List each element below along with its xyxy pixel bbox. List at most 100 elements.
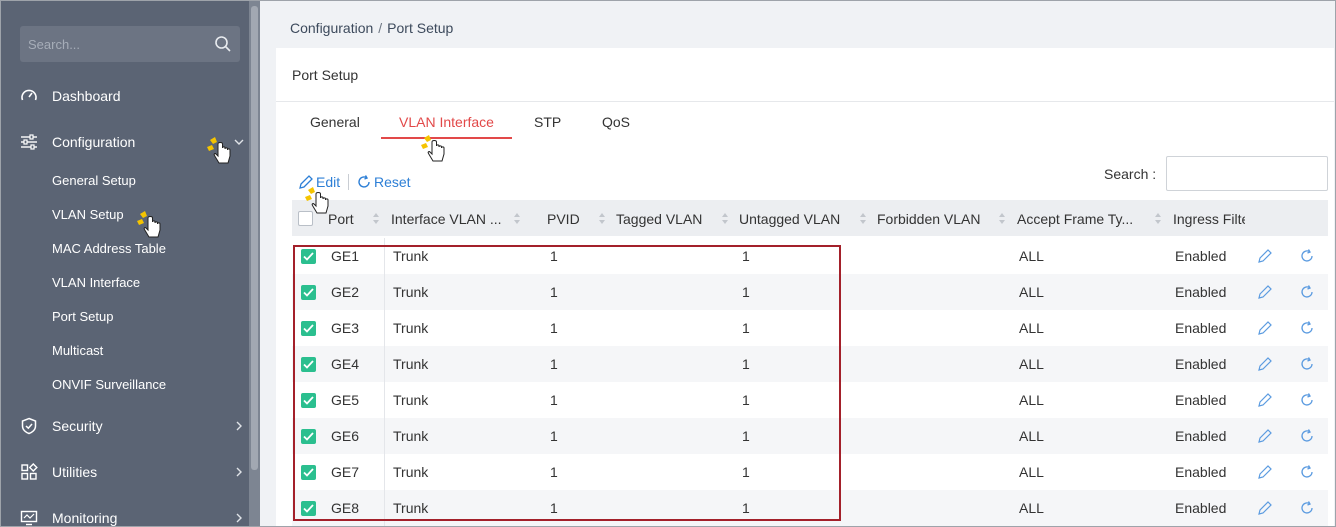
- search-icon[interactable]: [214, 35, 232, 53]
- chevron-right-icon[interactable]: [234, 511, 244, 525]
- sort-icon[interactable]: [721, 212, 729, 225]
- sidebar-subitem-multicast[interactable]: Multicast: [52, 343, 103, 358]
- refresh-icon[interactable]: [1299, 284, 1315, 300]
- row-checkbox[interactable]: [301, 321, 316, 336]
- sidebar-item-label: Utilities: [52, 464, 98, 480]
- cell-mode: Trunk: [393, 356, 429, 372]
- table-row[interactable]: GE3 Trunk 1 1 ALL Enabled: [292, 310, 1328, 346]
- cell-mode: Trunk: [393, 464, 429, 480]
- cell-port: GE5: [331, 392, 360, 408]
- sort-icon[interactable]: [372, 212, 380, 225]
- divider: [384, 382, 385, 418]
- pencil-icon[interactable]: [1257, 392, 1273, 408]
- row-checkbox[interactable]: [301, 285, 316, 300]
- pencil-icon[interactable]: [1257, 356, 1273, 372]
- sidebar-subitem-mac-address-table[interactable]: MAC Address Table: [52, 241, 166, 256]
- click-pointer-icon: [207, 137, 231, 164]
- row-checkbox[interactable]: [301, 393, 316, 408]
- sidebar-item-dashboard[interactable]: Dashboard: [0, 76, 249, 116]
- gauge-icon: [21, 89, 37, 101]
- table-row[interactable]: GE4 Trunk 1 1 ALL Enabled: [292, 346, 1328, 382]
- table-row[interactable]: GE6 Trunk 1 1 ALL Enabled: [292, 418, 1328, 454]
- refresh-icon[interactable]: [1299, 356, 1315, 372]
- refresh-icon[interactable]: [1299, 392, 1315, 408]
- column-header-ingress-filter[interactable]: Ingress Filte: [1173, 211, 1245, 227]
- reset-button[interactable]: Reset: [356, 174, 411, 190]
- tab-stp[interactable]: STP: [534, 114, 561, 130]
- column-header-accept-frame-type[interactable]: Accept Frame Ty...: [1017, 211, 1141, 227]
- refresh-icon[interactable]: [1299, 500, 1315, 516]
- pencil-icon[interactable]: [1257, 248, 1273, 264]
- refresh-icon[interactable]: [1299, 248, 1315, 264]
- click-pointer-icon: [305, 187, 329, 214]
- cell-port: GE7: [331, 464, 360, 480]
- column-header-forbidden-vlan[interactable]: Forbidden VLAN: [877, 211, 981, 227]
- sidebar-item-security[interactable]: Security: [0, 406, 249, 446]
- sidebar-subitem-vlan-interface[interactable]: VLAN Interface: [52, 275, 140, 290]
- row-checkbox[interactable]: [301, 429, 316, 444]
- breadcrumb-separator: /: [378, 20, 383, 36]
- cell-accept-frame: ALL: [1019, 428, 1044, 444]
- sidebar-subitem-port-setup[interactable]: Port Setup: [52, 309, 113, 324]
- sort-icon[interactable]: [859, 212, 867, 225]
- cell-ingress: Enabled: [1175, 392, 1227, 408]
- tab-vlan-interface[interactable]: VLAN Interface: [399, 114, 494, 130]
- sidebar: Dashboard Configuration General Setup VL…: [0, 0, 260, 527]
- cell-ingress: Enabled: [1175, 320, 1227, 336]
- pencil-icon[interactable]: [1257, 500, 1273, 516]
- sidebar-item-monitoring[interactable]: Monitoring: [0, 498, 249, 527]
- table-row[interactable]: GE7 Trunk 1 1 ALL Enabled: [292, 454, 1328, 490]
- refresh-icon[interactable]: [1299, 320, 1315, 336]
- refresh-icon[interactable]: [1299, 428, 1315, 444]
- sidebar-subitem-onvif-surveillance[interactable]: ONVIF Surveillance: [52, 377, 166, 392]
- cell-port: GE8: [331, 500, 360, 516]
- breadcrumb-parent[interactable]: Configuration: [290, 20, 373, 36]
- sort-icon[interactable]: [513, 212, 521, 225]
- tab-general[interactable]: General: [310, 114, 360, 130]
- sidebar-subitem-vlan-setup[interactable]: VLAN Setup: [52, 207, 124, 222]
- refresh-icon[interactable]: [1299, 464, 1315, 480]
- divider: [276, 101, 1334, 102]
- table-search-input[interactable]: [1166, 156, 1328, 191]
- table-row[interactable]: GE1 Trunk 1 1 ALL Enabled: [292, 238, 1328, 274]
- monitor-icon: [20, 510, 38, 526]
- toolbar-separator: [348, 174, 349, 190]
- pencil-icon[interactable]: [1257, 428, 1273, 444]
- cell-port: GE1: [331, 248, 360, 264]
- row-checkbox[interactable]: [301, 465, 316, 480]
- sort-icon[interactable]: [998, 212, 1006, 225]
- cell-pvid: 1: [550, 500, 558, 516]
- row-checkbox[interactable]: [301, 357, 316, 372]
- sidebar-search[interactable]: [20, 26, 240, 62]
- table-row[interactable]: GE5 Trunk 1 1 ALL Enabled: [292, 382, 1328, 418]
- reset-label: Reset: [374, 174, 411, 190]
- row-checkbox[interactable]: [301, 501, 316, 516]
- sort-icon[interactable]: [1154, 212, 1162, 225]
- sidebar-search-input[interactable]: [20, 26, 210, 62]
- chevron-right-icon[interactable]: [234, 465, 244, 479]
- table-row[interactable]: GE2 Trunk 1 1 ALL Enabled: [292, 274, 1328, 310]
- tab-qos[interactable]: QoS: [602, 114, 630, 130]
- sidebar-item-label: Configuration: [52, 134, 136, 150]
- row-checkbox[interactable]: [301, 249, 316, 264]
- card-title: Port Setup: [292, 67, 359, 83]
- pencil-icon[interactable]: [1257, 284, 1273, 300]
- column-header-interface-vlan-mode[interactable]: Interface VLAN ...: [391, 211, 507, 227]
- cell-pvid: 1: [550, 428, 558, 444]
- sliders-icon: [21, 134, 37, 150]
- sidebar-scrollbar-thumb[interactable]: [251, 6, 258, 470]
- table-row[interactable]: GE8 Trunk 1 1 ALL Enabled: [292, 490, 1328, 526]
- search-label: Search :: [1104, 166, 1157, 182]
- column-header-pvid[interactable]: PVID: [547, 211, 580, 227]
- pencil-icon[interactable]: [1257, 464, 1273, 480]
- sidebar-subitem-general-setup[interactable]: General Setup: [52, 173, 136, 188]
- column-header-untagged-vlan[interactable]: Untagged VLAN: [739, 211, 840, 227]
- sort-icon[interactable]: [598, 212, 606, 225]
- shield-check-icon: [21, 417, 37, 435]
- cell-accept-frame: ALL: [1019, 248, 1044, 264]
- sidebar-item-utilities[interactable]: Utilities: [0, 452, 249, 492]
- chevron-right-icon[interactable]: [234, 419, 244, 433]
- divider: [384, 454, 385, 490]
- pencil-icon[interactable]: [1257, 320, 1273, 336]
- column-header-tagged-vlan[interactable]: Tagged VLAN: [616, 211, 702, 227]
